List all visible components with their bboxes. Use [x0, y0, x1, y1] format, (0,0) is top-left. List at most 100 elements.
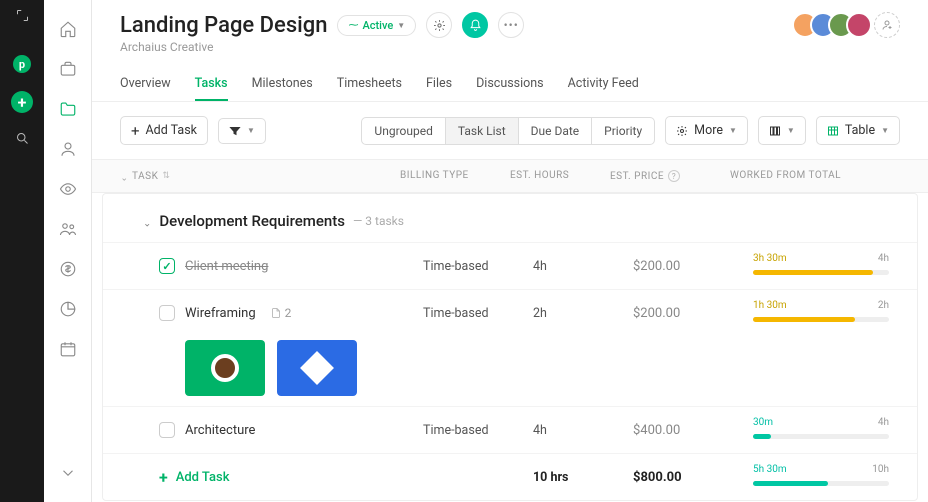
task-checkbox[interactable]	[159, 422, 175, 438]
section-count: — 3 tasks	[353, 214, 404, 228]
app-rail: p +	[0, 0, 44, 502]
columns-button[interactable]: ▼	[758, 116, 806, 145]
nav-rail	[44, 0, 92, 502]
section-total-row: +Add Task 10 hrs $800.00 5h 30m 10h	[103, 453, 917, 500]
col-worked[interactable]: WORKED FROM TOTAL	[730, 170, 900, 182]
seg-due-date[interactable]: Due Date	[519, 118, 593, 144]
tab-discussions[interactable]: Discussions	[476, 68, 544, 101]
task-checkbox[interactable]	[159, 305, 175, 321]
task-name: Wireframing	[185, 306, 256, 321]
member-avatars	[800, 12, 900, 38]
task-name: Architecture	[185, 423, 255, 438]
project-header: Landing Page Design ⁓ Active ▼ ••• Archa	[92, 0, 928, 54]
thumbnail[interactable]	[185, 340, 265, 396]
tab-milestones[interactable]: Milestones	[252, 68, 313, 101]
task-row[interactable]: Wireframing 2 Time-based 2h $200.00 1h 3…	[103, 289, 917, 336]
progress-bar: 1h 30m 2h	[753, 300, 889, 326]
tab-overview[interactable]: Overview	[120, 68, 171, 101]
caret-down-icon: ▼	[881, 126, 889, 135]
filter-button[interactable]: ▼	[218, 118, 266, 144]
add-task-label: Add Task	[146, 123, 197, 138]
more-label: More	[694, 123, 723, 138]
folder-icon[interactable]	[59, 100, 77, 118]
project-tabs: Overview Tasks Milestones Timesheets Fil…	[92, 68, 928, 102]
est-hours: 4h	[533, 423, 633, 438]
expand-icon[interactable]	[15, 8, 30, 27]
status-pill[interactable]: ⁓ Active ▼	[337, 15, 416, 36]
user-icon[interactable]	[59, 140, 77, 158]
progress-bar: 5h 30m 10h	[753, 464, 889, 490]
total-price: $800.00	[633, 470, 753, 485]
collapse-icon: ⌃	[120, 171, 128, 181]
eye-icon[interactable]	[59, 180, 77, 198]
section-panel: ⌃ Development Requirements — 3 tasks Cli…	[102, 193, 918, 501]
settings-button[interactable]	[426, 12, 452, 38]
status-label: Active	[362, 19, 393, 32]
global-add-button[interactable]: +	[11, 91, 33, 113]
add-member-button[interactable]	[874, 12, 900, 38]
task-row[interactable]: Client meeting Time-based 4h $200.00 3h …	[103, 242, 917, 289]
seg-priority[interactable]: Priority	[592, 118, 654, 144]
tab-activity[interactable]: Activity Feed	[568, 68, 639, 101]
caret-down-icon: ▼	[397, 21, 405, 30]
attachment-thumbnails	[103, 336, 917, 406]
chart-icon[interactable]	[59, 300, 77, 318]
task-checkbox[interactable]	[159, 258, 175, 274]
chevron-down-icon[interactable]	[59, 464, 77, 482]
pulse-icon: ⁓	[348, 20, 358, 31]
col-est-price[interactable]: EST. PRICE?	[610, 170, 730, 182]
view-table-button[interactable]: Table ▼	[816, 116, 900, 145]
task-name: Client meeting	[185, 259, 268, 274]
seg-ungrouped[interactable]: Ungrouped	[362, 118, 445, 144]
table-header: ⌃TASK⇅ BILLING TYPE EST. HOURS EST. PRIC…	[92, 159, 928, 193]
est-price: $200.00	[633, 259, 753, 274]
page-title: Landing Page Design	[120, 13, 327, 38]
billing-type: Time-based	[423, 306, 533, 321]
tab-timesheets[interactable]: Timesheets	[337, 68, 402, 101]
progress-bar: 3h 30m 4h	[753, 253, 889, 279]
attachment-badge[interactable]: 2	[270, 306, 292, 320]
people-icon[interactable]	[59, 220, 77, 238]
tab-tasks[interactable]: Tasks	[195, 68, 228, 101]
chevron-up-icon: ⌃	[143, 216, 151, 227]
more-options-button[interactable]: More ▼	[665, 116, 748, 145]
add-task-button[interactable]: +Add Task	[120, 116, 208, 145]
calendar-icon[interactable]	[59, 340, 77, 358]
task-row[interactable]: Architecture Time-based 4h $400.00 30m 4…	[103, 406, 917, 453]
progress-bar: 30m 4h	[753, 417, 889, 443]
est-price: $200.00	[633, 306, 753, 321]
est-price: $400.00	[633, 423, 753, 438]
total-hours: 10 hrs	[533, 470, 633, 485]
home-icon[interactable]	[59, 20, 77, 38]
caret-down-icon: ▼	[729, 126, 737, 135]
billing-type: Time-based	[423, 423, 533, 438]
col-billing[interactable]: BILLING TYPE	[400, 170, 510, 182]
task-toolbar: +Add Task ▼ Ungrouped Task List Due Date…	[92, 102, 928, 159]
col-task[interactable]: ⌃TASK⇅	[120, 170, 400, 182]
briefcase-icon[interactable]	[59, 60, 77, 78]
dollar-icon[interactable]	[59, 260, 77, 278]
app-logo[interactable]: p	[13, 55, 31, 73]
caret-down-icon: ▼	[247, 126, 255, 135]
avatar[interactable]	[846, 12, 872, 38]
tab-files[interactable]: Files	[426, 68, 452, 101]
group-segments: Ungrouped Task List Due Date Priority	[361, 117, 655, 145]
notifications-button[interactable]	[462, 12, 488, 38]
search-icon[interactable]	[15, 131, 30, 150]
est-hours: 4h	[533, 259, 633, 274]
main-content: Landing Page Design ⁓ Active ▼ ••• Archa	[92, 0, 928, 502]
thumbnail[interactable]	[277, 340, 357, 396]
seg-task-list[interactable]: Task List	[446, 118, 519, 144]
section-name: Development Requirements	[159, 212, 345, 230]
table-label: Table	[845, 123, 875, 138]
est-hours: 2h	[533, 306, 633, 321]
more-button[interactable]: •••	[498, 12, 524, 38]
col-est-hours[interactable]: EST. HOURS	[510, 170, 610, 182]
section-header[interactable]: ⌃ Development Requirements — 3 tasks	[103, 194, 917, 242]
client-name: Archaius Creative	[120, 40, 900, 54]
help-icon[interactable]: ?	[668, 170, 680, 182]
billing-type: Time-based	[423, 259, 533, 274]
sort-icon: ⇅	[162, 171, 170, 181]
caret-down-icon: ▼	[787, 126, 795, 135]
add-task-inline[interactable]: +Add Task	[159, 468, 229, 487]
